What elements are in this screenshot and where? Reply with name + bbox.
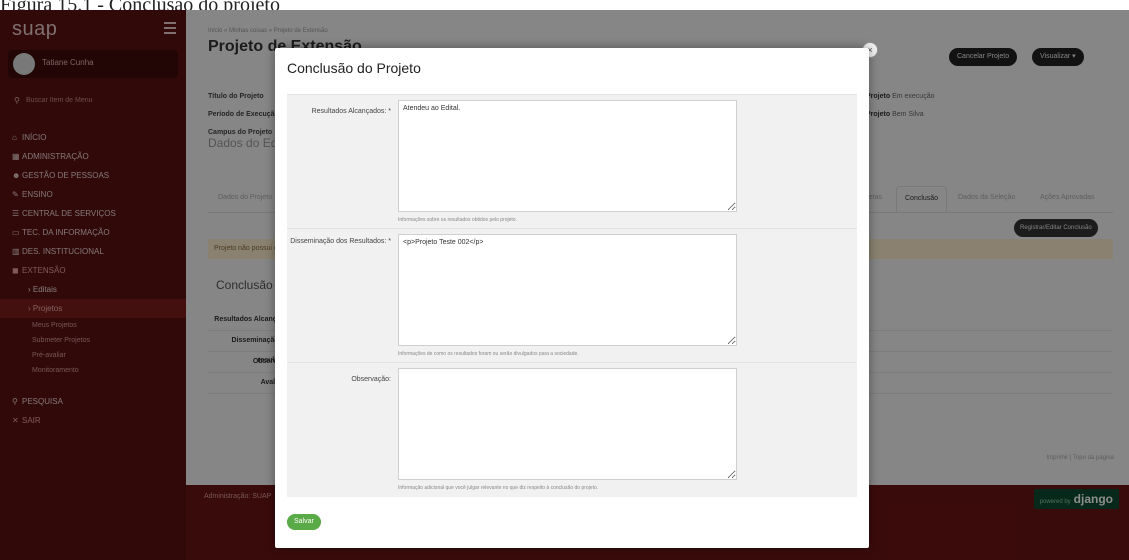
observacao-textarea[interactable] xyxy=(398,368,737,480)
field-label: Observação: xyxy=(351,376,391,383)
field-label: Resultados Alcançados: * xyxy=(311,108,391,115)
disseminacao-textarea[interactable]: <p>Projeto Teste 002</p> xyxy=(398,234,737,346)
field-help: Informações sobre os resultados obtidos … xyxy=(398,217,517,223)
save-button[interactable]: Salvar xyxy=(287,514,321,530)
field-help: Informações de como os resultados foram … xyxy=(398,351,579,357)
form-row-resultados: Resultados Alcançados: * Atendeu ao Edit… xyxy=(287,94,857,229)
field-help: Informação adicional que você julgar rel… xyxy=(398,485,599,491)
field-label: Disseminação dos Resultados: * xyxy=(290,238,391,245)
form-row-observacao: Observação: Informação adicional que voc… xyxy=(287,362,857,497)
resultados-textarea[interactable]: Atendeu ao Edital. xyxy=(398,100,737,212)
modal-title: Conclusão do Projeto xyxy=(287,60,421,76)
conclusion-modal: Conclusão do Projeto Resultados Alcançad… xyxy=(275,48,869,548)
form-row-disseminacao: Disseminação dos Resultados: * <p>Projet… xyxy=(287,228,857,363)
